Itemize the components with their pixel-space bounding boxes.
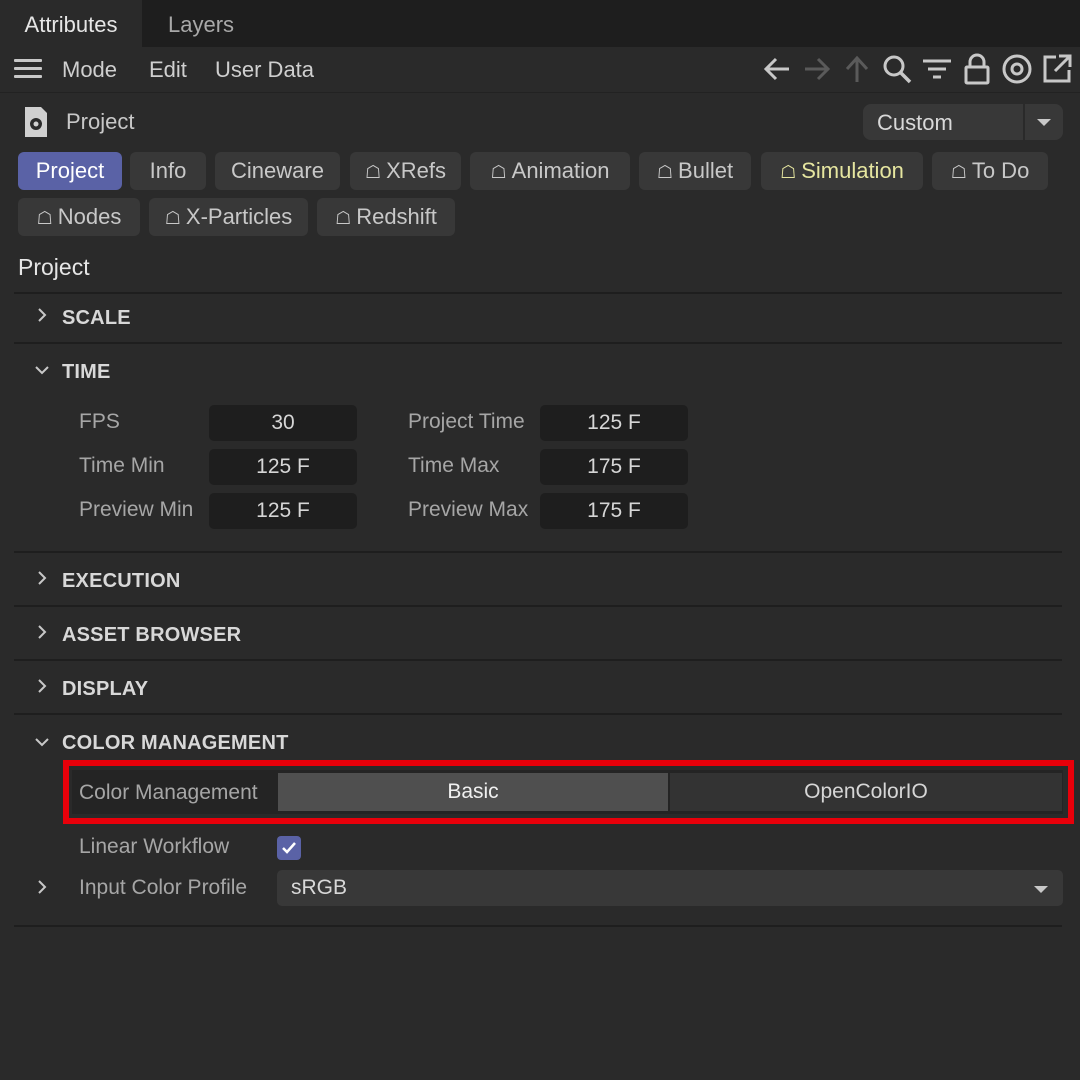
divider bbox=[14, 292, 1062, 294]
project-time-label: Project Time bbox=[408, 410, 525, 433]
up-arrow-icon[interactable] bbox=[840, 52, 874, 86]
divider bbox=[14, 659, 1062, 661]
time-max-label: Time Max bbox=[408, 454, 500, 477]
input-color-profile-value: sRGB bbox=[291, 876, 348, 899]
object-title: Project bbox=[66, 109, 135, 134]
menu-mode[interactable]: Mode bbox=[62, 57, 117, 83]
group-asset-browser[interactable]: ASSET BROWSER bbox=[62, 624, 241, 647]
forward-arrow-icon[interactable] bbox=[800, 52, 834, 86]
group-color-management[interactable]: COLOR MANAGEMENT bbox=[62, 732, 289, 755]
tab-todo[interactable]: ☖ To Do bbox=[932, 152, 1048, 190]
target-icon[interactable] bbox=[1000, 52, 1034, 86]
highlight-box bbox=[63, 760, 1074, 824]
tab-xparticles-label: X-Particles bbox=[185, 204, 293, 229]
tab-bullet[interactable]: ☖ Bullet bbox=[639, 152, 751, 190]
lock-icon: ☖ bbox=[335, 208, 352, 228]
tab-project-label: Project bbox=[35, 158, 105, 183]
preset-value: Custom bbox=[877, 110, 953, 135]
linear-workflow-label: Linear Workflow bbox=[79, 835, 230, 858]
lock-icon: ☖ bbox=[780, 162, 797, 182]
tab-info[interactable]: Info bbox=[130, 152, 206, 190]
tab-animation[interactable]: ☖ Animation bbox=[470, 152, 630, 190]
preview-max-field[interactable]: 175 F bbox=[540, 493, 688, 529]
tab-layers[interactable]: Layers bbox=[168, 0, 234, 47]
tab-xrefs-label: XRefs bbox=[386, 158, 447, 183]
menu-edit[interactable]: Edit bbox=[149, 57, 187, 83]
chevron-down-icon[interactable] bbox=[34, 734, 50, 750]
tab-info-label: Info bbox=[149, 158, 187, 183]
tab-simulation-label: Simulation bbox=[801, 158, 904, 183]
section-title: Project bbox=[18, 254, 90, 280]
lock-icon: ☖ bbox=[656, 162, 674, 182]
tab-todo-label: To Do bbox=[971, 158, 1030, 183]
tab-cineware[interactable]: Cineware bbox=[215, 152, 340, 190]
checkmark-icon bbox=[282, 842, 296, 854]
preview-max-label: Preview Max bbox=[408, 498, 529, 521]
group-execution[interactable]: EXECUTION bbox=[62, 570, 180, 593]
chevron-right-icon[interactable] bbox=[34, 307, 50, 323]
tab-cineware-label: Cineware bbox=[231, 158, 324, 183]
linear-workflow-checkbox[interactable] bbox=[277, 836, 301, 860]
project-time-field[interactable]: 125 F bbox=[540, 405, 688, 441]
divider bbox=[14, 342, 1062, 344]
input-color-profile-dropdown[interactable]: sRGB bbox=[277, 870, 1063, 906]
chevron-right-icon[interactable] bbox=[34, 879, 50, 895]
tab-simulation[interactable]: ☖ Simulation bbox=[761, 152, 923, 190]
time-max-field[interactable]: 175 F bbox=[540, 449, 688, 485]
chevron-down-icon[interactable] bbox=[1034, 886, 1048, 893]
chevron-right-icon[interactable] bbox=[34, 678, 50, 694]
tab-xparticles[interactable]: ☖ X-Particles bbox=[149, 198, 308, 236]
divider bbox=[14, 551, 1062, 553]
fps-label: FPS bbox=[79, 410, 120, 433]
lock-icon: ☖ bbox=[490, 162, 507, 182]
project-settings-icon bbox=[25, 107, 47, 137]
tab-xrefs[interactable]: ☖ XRefs bbox=[350, 152, 461, 190]
preview-min-field[interactable]: 125 F bbox=[209, 493, 357, 529]
tab-redshift[interactable]: ☖ Redshift bbox=[317, 198, 455, 236]
lock-icon: ☖ bbox=[364, 162, 382, 182]
search-icon[interactable] bbox=[880, 52, 914, 86]
preset-dropdown[interactable]: Custom bbox=[863, 104, 1063, 140]
panel-tab-bar: Attributes Layers bbox=[0, 0, 1080, 47]
lock-icon: ☖ bbox=[950, 162, 967, 182]
chevron-right-icon[interactable] bbox=[34, 624, 50, 640]
open-external-icon[interactable] bbox=[1040, 52, 1074, 86]
lock-icon: ☖ bbox=[36, 208, 53, 228]
preset-separator bbox=[1023, 104, 1025, 140]
menu-user-data[interactable]: User Data bbox=[215, 57, 314, 83]
tab-animation-label: Animation bbox=[511, 158, 610, 183]
tab-project[interactable]: Project bbox=[18, 152, 122, 190]
divider bbox=[14, 925, 1062, 927]
divider bbox=[14, 605, 1062, 607]
divider bbox=[14, 713, 1062, 715]
tab-attributes[interactable]: Attributes bbox=[0, 0, 142, 47]
chevron-right-icon[interactable] bbox=[34, 570, 50, 586]
group-scale[interactable]: SCALE bbox=[62, 307, 131, 330]
hamburger-menu-icon[interactable] bbox=[14, 59, 42, 79]
chevron-down-icon[interactable] bbox=[1037, 119, 1051, 126]
tab-redshift-label: Redshift bbox=[356, 204, 437, 229]
chevron-down-icon[interactable] bbox=[34, 362, 50, 378]
tab-nodes-label: Nodes bbox=[57, 204, 122, 229]
filter-icon[interactable] bbox=[920, 52, 954, 86]
tab-nodes[interactable]: ☖ Nodes bbox=[18, 198, 140, 236]
menu-bar: Mode Edit User Data bbox=[0, 47, 1080, 93]
back-arrow-icon[interactable] bbox=[760, 52, 794, 86]
lock-icon[interactable] bbox=[960, 52, 994, 86]
time-min-label: Time Min bbox=[79, 454, 165, 477]
preview-min-label: Preview Min bbox=[79, 498, 194, 521]
tab-bullet-label: Bullet bbox=[678, 158, 734, 183]
lock-icon: ☖ bbox=[164, 208, 181, 228]
group-time[interactable]: TIME bbox=[62, 361, 111, 384]
fps-field[interactable]: 30 bbox=[209, 405, 357, 441]
group-display[interactable]: DISPLAY bbox=[62, 678, 148, 701]
time-min-field[interactable]: 125 F bbox=[209, 449, 357, 485]
input-color-profile-label: Input Color Profile bbox=[79, 876, 248, 899]
